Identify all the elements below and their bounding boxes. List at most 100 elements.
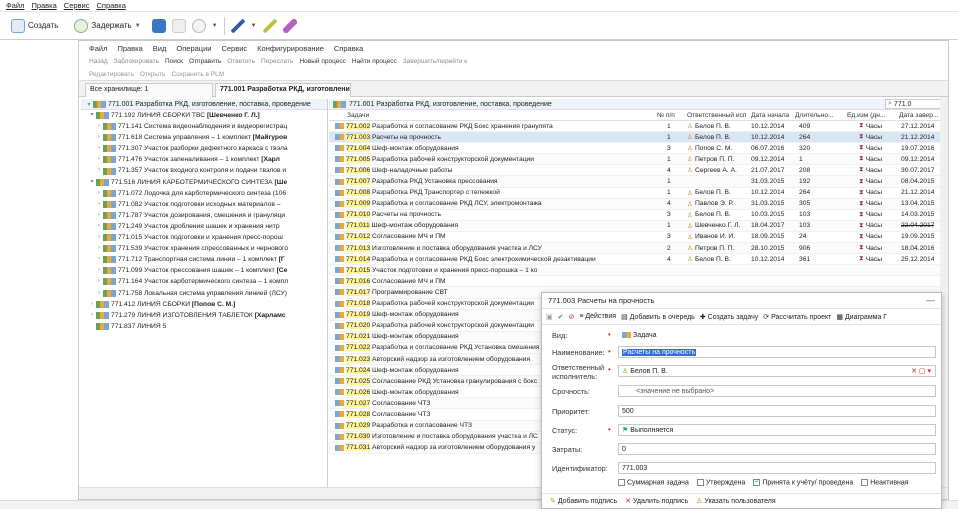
search-button[interactable]: Поиск [165, 58, 183, 65]
table-row[interactable]: 771.007 Разработка РКД Установка прессов… [329, 176, 948, 188]
name-input[interactable]: Расчеты на прочность [618, 346, 936, 358]
forward-button[interactable]: Переслать [261, 58, 293, 65]
tree-item[interactable]: › 771.072 Лодочка для карботермического с… [81, 188, 327, 199]
tree-item[interactable]: › 771.539 Участок хранения спрессованных … [81, 243, 327, 254]
tree-item[interactable]: ▾ 771.516 ЛИНИЯ КАРБОТЕРМИЧЕСКОГО СИНТЕЗА… [81, 177, 327, 188]
page-icon[interactable] [171, 18, 186, 33]
table-row[interactable]: 771.011 Шеф-монтаж оборудования 1 ♙ Шевченк… [329, 220, 948, 232]
new-process-button[interactable]: Новый процесс [299, 58, 345, 65]
outer-menu-edit[interactable]: Правка [31, 1, 56, 10]
chevron-icon[interactable]: › [95, 188, 103, 199]
col-dur[interactable]: Длительно... [795, 110, 841, 120]
create-button[interactable]: Создать [6, 16, 63, 36]
cost-input[interactable]: 0 [618, 443, 936, 455]
tree-item[interactable]: › 771.249 Участок дробления шашек и хране… [81, 221, 327, 232]
chevron-icon[interactable]: › [95, 199, 103, 210]
tree-item[interactable]: › 771.082 Участок подготовки исходных мат… [81, 199, 327, 210]
col-unit[interactable]: Ед.изм (дн... [847, 110, 895, 120]
calc-project-button[interactable]: ⟳ Рассчитать проект [763, 313, 831, 321]
chevron-icon[interactable]: › [95, 143, 103, 154]
col-task[interactable]: Задачи [347, 110, 369, 120]
lock-button[interactable]: Заблокировать [114, 58, 159, 65]
table-row[interactable]: 771.005 Разработка рабочей конструкторск… [329, 154, 948, 166]
pen-blue-icon[interactable] [230, 18, 245, 33]
inner-menu-operations[interactable]: Операции [176, 44, 211, 53]
save-icon[interactable] [151, 18, 166, 33]
urgency-select[interactable]: <значение не выбрано> [618, 385, 936, 397]
table-row[interactable]: 771.009 Разработка и согласование РКД ЛС… [329, 198, 948, 210]
col-num[interactable]: № п/п [657, 110, 675, 120]
col-start[interactable]: Дата начала [751, 110, 789, 120]
id-input[interactable]: 771.003 [618, 462, 936, 474]
table-row[interactable]: 771.012 Согласование МЧ и ПМ 3 ♙ Иванов И. … [329, 232, 948, 244]
pen-yellow-icon[interactable] [262, 18, 277, 33]
chevron-icon[interactable]: › [95, 121, 103, 132]
chevron-down-icon[interactable]: ▼ [212, 23, 218, 29]
table-row[interactable]: 771.004 Шеф-монтаж оборудования 3 ♙ Попов С… [329, 143, 948, 155]
chevron-down-icon[interactable]: ▾ [85, 101, 93, 108]
finish-goto-button[interactable]: Завершить/перейти к [403, 58, 467, 65]
table-row[interactable]: 771.010 Расчеты на прочность 3 ♙ Белов П. В… [329, 210, 948, 221]
inner-menu-edit[interactable]: Правка [117, 44, 142, 53]
chevron-icon[interactable]: › [95, 132, 103, 143]
summary-checkbox[interactable]: Суммарная задача [618, 479, 689, 486]
inner-menu-file[interactable]: Файл [89, 44, 107, 53]
back-button[interactable]: Назад [89, 58, 108, 65]
tree-item[interactable]: › 771.412 ЛИНИЯ СБОРКИ [Попов С. М.] [81, 299, 327, 310]
chevron-icon[interactable]: › [95, 243, 103, 254]
save-plm-button[interactable]: Сохранить в PLM [171, 71, 224, 78]
chevron-icon[interactable]: › [95, 154, 103, 165]
send-button[interactable]: Отправить [189, 58, 221, 65]
tree-item[interactable]: › 771.476 Участок запеналивания – 1 компл… [81, 154, 327, 165]
table-row[interactable]: 771.002 Разработка и согласование РКД Бо… [329, 121, 948, 133]
approved-checkbox[interactable]: Утверждена [696, 479, 745, 486]
tree-item[interactable]: › 771.164 Участок карботермического синте… [81, 276, 327, 287]
priority-input[interactable]: 500 [618, 405, 936, 417]
chevron-icon[interactable]: › [95, 232, 103, 243]
delay-button[interactable]: Задержать ▼ [69, 16, 145, 36]
table-row[interactable]: 771.016 Согласование МЧ и ПМ [329, 276, 948, 288]
tree-item[interactable]: › 771.787 Участок дозирования, смешения и… [81, 210, 327, 221]
find-process-button[interactable]: Найти процесс [352, 58, 397, 65]
add-sign-button[interactable]: ✎ Добавить подпись [550, 497, 617, 505]
outer-menu-help[interactable]: Справка [96, 1, 125, 10]
chevron-icon[interactable]: › [88, 310, 96, 321]
del-sign-button[interactable]: ✕ Удалить подпись [625, 497, 688, 505]
tree-item[interactable]: › 771.618 Система управления – 1 комплект… [81, 132, 327, 143]
table-search-input[interactable]: ⌕ 771.0 [885, 99, 941, 109]
tree-root[interactable]: ▾ 771.001 Разработка РКД, изготовление, … [81, 99, 327, 110]
inactive-checkbox[interactable]: Неактивная [861, 479, 909, 486]
tree-item[interactable]: › 771.307 Участок разборки дефектного кар… [81, 143, 327, 154]
table-row[interactable]: 771.013 Изготовление и поставка оборудов… [329, 243, 948, 255]
actions-button[interactable]: ≡ Действия [579, 313, 616, 320]
chevron-icon[interactable]: › [95, 210, 103, 221]
inner-menu-config[interactable]: Конфигурирование [257, 44, 324, 53]
type-field[interactable]: Задача [618, 329, 936, 341]
clear-icon[interactable]: ✕ ▢ ▾ [911, 367, 931, 375]
check-icon[interactable]: ✔ [558, 313, 564, 321]
tree-item[interactable]: › 771.099 Участок прессования шашек – 1 к… [81, 265, 327, 276]
tree-item[interactable]: ▾ 771.192 ЛИНИЯ СБОРКИ ТВС [Шевченко Г. Л… [81, 110, 327, 121]
outer-menu-file[interactable]: Файл [6, 1, 24, 10]
chevron-icon[interactable]: › [95, 165, 103, 176]
tree-item[interactable]: › 771.141 Система видеонаблюдения и видео… [81, 121, 327, 132]
chevron-icon[interactable]: › [95, 221, 103, 232]
status-select[interactable]: ⚑ Выполняется [618, 424, 936, 436]
create-task-button[interactable]: ✚ Создать задачу [700, 313, 758, 321]
chevron-icon[interactable]: › [88, 299, 96, 310]
table-row[interactable]: 771.008 Разработка РКД Транспортер с тел… [329, 188, 948, 199]
table-row[interactable]: 771.003 Расчеты на прочность 1 ♙ Белов П. В… [329, 132, 948, 144]
chevron-icon[interactable]: › [95, 288, 103, 299]
col-resp[interactable]: Ответственный исп... [687, 110, 747, 120]
chevron-down-icon[interactable]: ▼ [251, 23, 257, 29]
home-icon[interactable] [191, 18, 206, 33]
resp-field[interactable]: ♙ Белов П. В. ✕ ▢ ▾ [618, 365, 936, 377]
inner-menu-service[interactable]: Сервис [221, 44, 247, 53]
tree-item[interactable]: › 771.357 Участок входного контроля и под… [81, 165, 327, 176]
tree-item[interactable]: › 771.279 ЛИНИЯ ИЗГОТОВЛЕНИЯ ТАБЛЕТОК [Ха… [81, 310, 327, 321]
cancel-icon[interactable]: ⊘ [569, 313, 575, 321]
outer-menu-service[interactable]: Сервис [64, 1, 90, 10]
chevron-icon[interactable]: › [95, 276, 103, 287]
tab-main-project[interactable]: 771.001 Разработка РКД, изготовление, по… [215, 83, 351, 97]
table-row[interactable]: 771.014 Разработка и согласование РКД Бо… [329, 254, 948, 266]
